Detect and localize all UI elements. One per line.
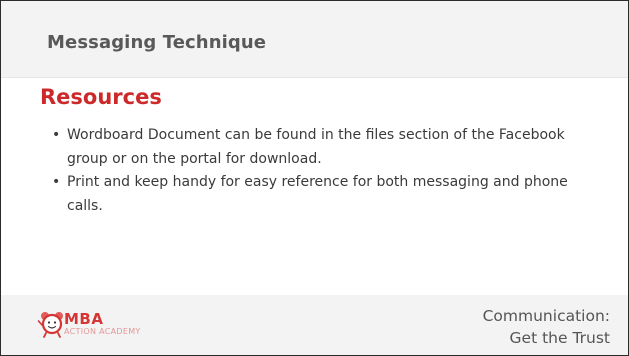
slide: Messaging Technique Resources • Wordboar… — [0, 0, 629, 356]
footer-caption-line2: Get the Trust — [509, 329, 610, 347]
section-title: Resources — [40, 85, 162, 109]
bullet-dot: • — [52, 127, 61, 143]
mba-action-academy-logo: MBA ACTION ACADEMY — [37, 309, 187, 339]
footer-caption-line1: Communication: — [482, 307, 610, 325]
bullet-dot: • — [52, 174, 61, 190]
header-title: Messaging Technique — [47, 32, 267, 53]
header-band: Messaging Technique — [1, 1, 628, 78]
bullet-item: • Print and keep handy for easy referenc… — [49, 171, 589, 218]
logo-text-academy: ACTION ACADEMY — [64, 327, 141, 336]
alarm-clock-mascot-icon — [37, 312, 63, 338]
logo-text-mba: MBA — [64, 310, 104, 328]
footer-caption: Communication: Get the Trust — [483, 305, 610, 349]
bullet-list: • Wordboard Document can be found in the… — [49, 124, 589, 218]
bullet-item: • Wordboard Document can be found in the… — [49, 124, 589, 171]
bullet-text: Wordboard Document can be found in the f… — [67, 127, 565, 167]
bullet-text: Print and keep handy for easy reference … — [67, 174, 568, 214]
